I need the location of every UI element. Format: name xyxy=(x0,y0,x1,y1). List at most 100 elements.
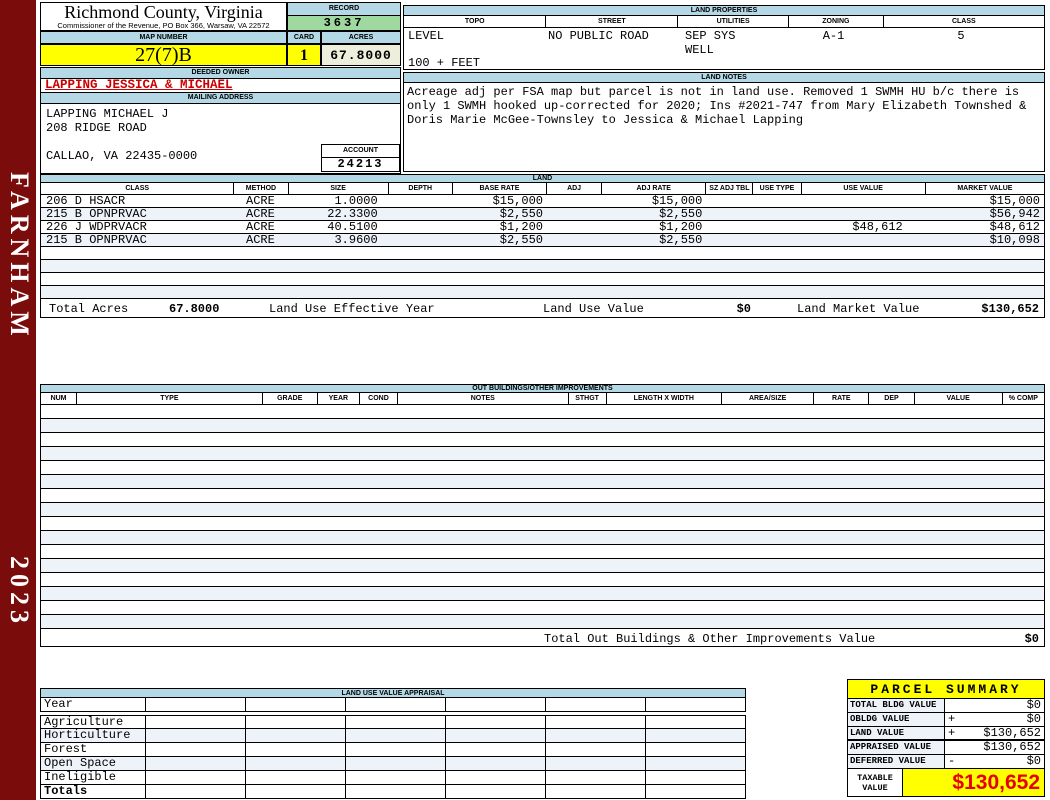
row-label: Year xyxy=(41,698,146,712)
row-label: Ineligible xyxy=(41,771,146,785)
account-value: 24213 xyxy=(337,157,384,171)
col-type: TYPE xyxy=(76,393,262,404)
cell-market-value: $10,098 xyxy=(989,234,1040,246)
cell-adj-rate: $2,550 xyxy=(659,234,703,246)
land-row: 215 B OPNPRVAC ACRE 22.3300 $2,550 $2,55… xyxy=(40,208,1045,221)
empty-cell xyxy=(446,771,546,785)
col-use-type: USE TYPE xyxy=(752,183,800,194)
cell-adj-rate: $1,200 xyxy=(659,221,703,233)
empty-cell xyxy=(246,757,346,771)
county-subtitle: Commissioner of the Revenue, PO Box 366,… xyxy=(57,21,270,30)
row-value: + $0 xyxy=(945,713,1045,727)
land-properties-title: LAND PROPERTIES xyxy=(404,6,1044,16)
land-use-appraisal-table: LAND USE VALUE APPRAISAL Year Agricultur… xyxy=(40,688,746,799)
empty-row xyxy=(40,447,1045,461)
empty-cell xyxy=(646,698,746,712)
parcel-summary: PARCEL SUMMARY TOTAL BLDG VALUE $0 OBLDG… xyxy=(847,679,1045,797)
col-topo: TOPO xyxy=(464,18,485,25)
appraisal-row-horticulture: Horticulture xyxy=(40,729,746,743)
empty-row xyxy=(40,247,1045,260)
land-row: 206 D HSACR ACRE 1.0000 $15,000 $15,000 … xyxy=(40,195,1045,208)
cell-use-value: $48,612 xyxy=(852,221,903,233)
empty-cell xyxy=(146,698,246,712)
utilities-value-1: SEP SYS xyxy=(685,29,736,43)
empty-cell xyxy=(346,698,446,712)
col-adj-rate: ADJ RATE xyxy=(601,183,705,194)
empty-row xyxy=(40,433,1045,447)
empty-cell xyxy=(446,743,546,757)
cell-market-value: $56,942 xyxy=(989,208,1040,220)
col-street: STREET xyxy=(545,16,677,27)
row-label: LAND VALUE xyxy=(847,727,945,741)
cell-size: 40.5100 xyxy=(327,221,378,233)
appraisal-row-agriculture: Agriculture xyxy=(40,715,746,729)
district-label: FARNHAM xyxy=(5,172,34,341)
empty-cell xyxy=(646,771,746,785)
row-label: DEFERRED VALUE xyxy=(847,755,945,769)
land-table-header: CLASS METHOD SIZE DEPTH BASE RATE ADJ AD… xyxy=(40,183,1045,195)
row-amount: $0 xyxy=(1026,712,1041,726)
row-label: OBLDG VALUE xyxy=(847,713,945,727)
empty-cell xyxy=(346,743,446,757)
total-acres-label: Total Acres xyxy=(49,302,129,316)
cell-size: 1.0000 xyxy=(334,195,378,207)
county-title: Richmond County, Virginia xyxy=(64,2,263,22)
empty-cell xyxy=(246,729,346,743)
cell-method: ACRE xyxy=(246,234,275,246)
land-table-title: LAND xyxy=(40,174,1045,183)
cell-adj-rate: $2,550 xyxy=(659,208,703,220)
empty-cell xyxy=(146,729,246,743)
land-properties-columns: TOPO STREET UTILITIES ZONING CLASS xyxy=(404,16,1044,28)
col-sthgt: STHGT xyxy=(567,393,606,404)
empty-cell xyxy=(246,785,346,799)
empty-row xyxy=(40,489,1045,503)
row-op: + xyxy=(948,712,956,726)
cell-base-rate: $15,000 xyxy=(492,195,543,207)
card-value: 1 xyxy=(287,44,321,66)
cell-size: 3.9600 xyxy=(334,234,378,246)
row-amount: $130,652 xyxy=(983,740,1041,754)
empty-row xyxy=(40,475,1045,489)
empty-row xyxy=(40,419,1045,433)
col-adj: ADJ xyxy=(546,183,601,194)
topo-value-2: 100 + FEET xyxy=(408,56,481,70)
empty-cell xyxy=(146,785,246,799)
out-buildings-title: OUT BUILDINGS/OTHER IMPROVEMENTS xyxy=(40,384,1045,393)
empty-cell xyxy=(546,785,646,799)
cell-market-value: $48,612 xyxy=(989,221,1040,233)
appraisal-row-totals: Totals xyxy=(40,785,746,799)
deeded-owner-name: LAPPING JESSICA & MICHAEL xyxy=(41,79,400,93)
col-utilities: UTILITIES xyxy=(677,16,788,27)
empty-cell xyxy=(346,729,446,743)
empty-cell xyxy=(646,743,746,757)
empty-cell xyxy=(346,715,446,729)
land-use-value-label: Land Use Value xyxy=(543,302,644,316)
empty-row xyxy=(40,405,1045,419)
col-cond: COND xyxy=(358,393,397,404)
empty-cell xyxy=(246,743,346,757)
empty-cell xyxy=(246,698,346,712)
cell-class: 215 B OPNPRVAC xyxy=(46,208,147,220)
empty-cell xyxy=(546,715,646,729)
row-amount: $0 xyxy=(1026,698,1041,712)
county-header: Richmond County, Virginia Commissioner o… xyxy=(40,2,287,31)
zoning-value: A-1 xyxy=(822,29,845,43)
col-value: VALUE xyxy=(913,393,1002,404)
land-use-value: $0 xyxy=(736,302,751,316)
land-market-value: $130,652 xyxy=(981,302,1039,316)
empty-row xyxy=(40,545,1045,559)
summary-row-obldg: OBLDG VALUE + $0 xyxy=(847,713,1045,727)
land-properties-panel: LAND PROPERTIES TOPO STREET UTILITIES ZO… xyxy=(403,5,1045,70)
col-base-rate: BASE RATE xyxy=(451,183,546,194)
empty-cell xyxy=(246,715,346,729)
empty-cell xyxy=(646,785,746,799)
row-amount: $130,652 xyxy=(983,726,1041,740)
cell-base-rate: $1,200 xyxy=(499,221,543,233)
cell-market-value: $15,000 xyxy=(989,195,1040,207)
parcel-summary-title: PARCEL SUMMARY xyxy=(847,679,1045,699)
col-area-size: AREA/SIZE xyxy=(720,393,813,404)
row-value: $130,652 xyxy=(945,741,1045,755)
row-op: + xyxy=(948,726,956,740)
empty-cell xyxy=(546,757,646,771)
empty-cell xyxy=(546,743,646,757)
